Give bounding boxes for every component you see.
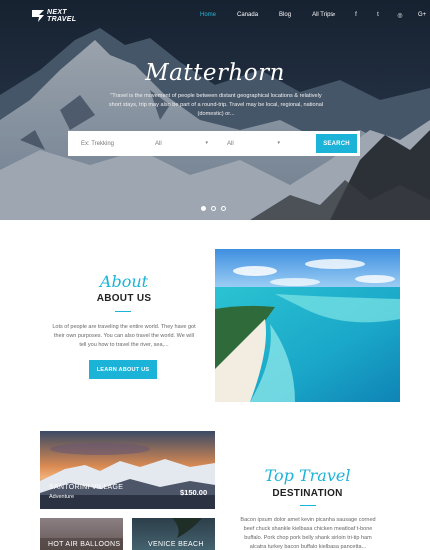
about-divider: [115, 311, 131, 312]
social-links: ⌕ f t ◎ G+: [330, 12, 426, 19]
keyword-input[interactable]: Ex: Trekking: [68, 131, 142, 156]
chevron-down-icon: ▾: [205, 140, 208, 146]
search-icon[interactable]: ⌕: [330, 12, 338, 19]
slider-dot[interactable]: [211, 206, 216, 211]
about-text: Lots of people are traveling the entire …: [52, 324, 196, 348]
keyword-placeholder: Ex: Trekking: [81, 140, 115, 147]
brand-name: NEXT TRAVEL: [47, 9, 76, 23]
brand-line-1: NEXT: [47, 9, 67, 16]
trip-card-hot-air-balloons[interactable]: HOT AIR BALLOONS: [40, 518, 123, 550]
brand-line-2: TRAVEL: [47, 16, 77, 23]
slider-dot[interactable]: [221, 206, 226, 211]
google-plus-icon[interactable]: G+: [418, 12, 426, 19]
card-price: $150.00: [180, 488, 208, 497]
twitter-icon[interactable]: t: [374, 12, 382, 19]
instagram-icon[interactable]: ◎: [396, 12, 404, 19]
nav-item-canada[interactable]: Canada: [237, 12, 258, 18]
top-travel-title: DESTINATION: [272, 488, 343, 499]
trip-card-santorini[interactable]: SANTORINI VILLAGE Adventure $150.00: [40, 431, 215, 509]
card-title: HOT AIR BALLOONS: [48, 541, 121, 548]
slider-dot[interactable]: [201, 206, 206, 211]
about-title: ABOUT US: [96, 293, 152, 304]
hero-title: Matterhorn: [145, 60, 285, 86]
card-title: SANTORINI VILLAGE: [49, 484, 124, 491]
nav-item-blog[interactable]: Blog: [279, 12, 291, 18]
top-travel-script-heading: Top Travel: [264, 466, 351, 485]
top-travel-text: Bacon ipsum dolor amet kevin picanha sau…: [240, 517, 376, 550]
trip-card-venice-beach[interactable]: VENICE BEACH: [132, 518, 215, 550]
hero-subtitle: "Travel is the movement of people betwee…: [108, 93, 324, 117]
slider-dots: [201, 206, 226, 211]
trip-search-bar: Ex: Trekking All ▾ All ▾ SEARCH: [68, 131, 360, 156]
search-button[interactable]: SEARCH: [316, 134, 357, 153]
destination-select[interactable]: All ▾: [214, 131, 286, 156]
nav-item-home[interactable]: Home: [200, 12, 216, 18]
beach-photo: [215, 249, 400, 402]
brand-logo[interactable]: NEXT TRAVEL: [32, 9, 76, 23]
learn-about-us-button[interactable]: LEARN ABOUT US: [89, 360, 157, 379]
about-script-heading: About: [99, 272, 149, 291]
destination-select-value: All: [227, 140, 234, 147]
top-travel-divider: [300, 505, 316, 506]
card-title: VENICE BEACH: [148, 541, 204, 548]
category-select[interactable]: All ▾: [142, 131, 214, 156]
chevron-down-icon: ▾: [277, 140, 280, 146]
logo-icon: [32, 10, 44, 22]
card-category: Adventure: [49, 494, 75, 500]
category-select-value: All: [155, 140, 162, 147]
beach-image: [215, 249, 400, 402]
facebook-icon[interactable]: f: [352, 12, 360, 19]
